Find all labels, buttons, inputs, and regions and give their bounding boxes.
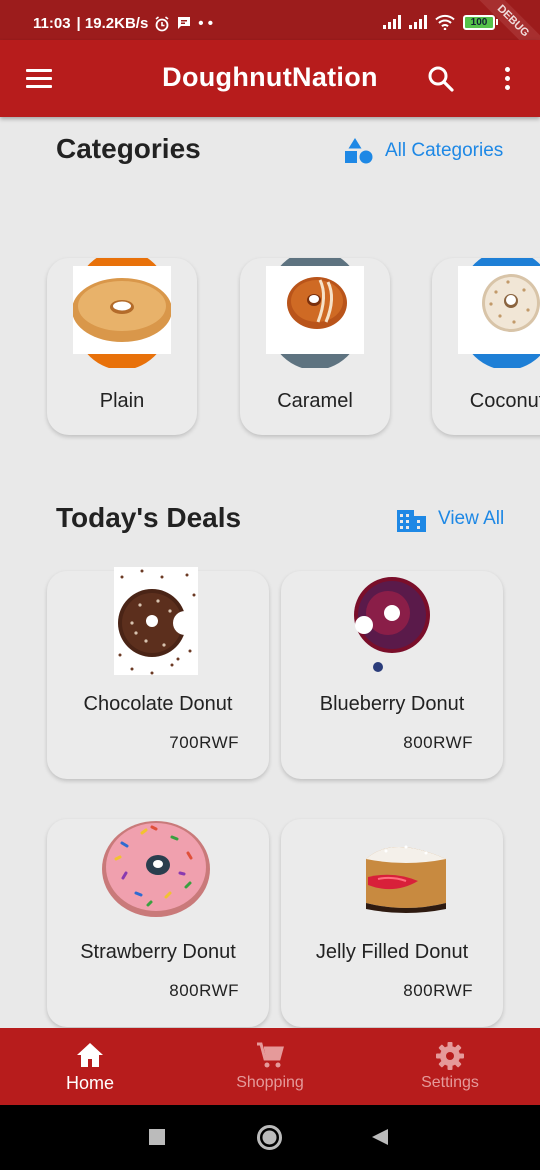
- plain-donut-image: [73, 278, 171, 342]
- battery-icon: 100: [463, 14, 498, 30]
- caramel-donut-image: [287, 277, 347, 329]
- category-label: Coconut: [469, 390, 540, 412]
- status-right: 100: [383, 14, 498, 30]
- deals-title: Today's Deals: [56, 502, 242, 533]
- deal-name: Blueberry Donut: [319, 693, 465, 715]
- category-image-frame: [73, 258, 171, 368]
- category-icon: [345, 138, 373, 164]
- status-bar: 11:03 | 19.2KB/s • • 100 DEBUG: [0, 0, 540, 67]
- battery-level: 100: [463, 14, 495, 30]
- deal-card-strawberry[interactable]: Strawberry Donut 800RWF: [47, 819, 269, 1027]
- alarm-icon: [155, 15, 169, 31]
- view-all-link[interactable]: View All: [397, 506, 504, 532]
- signal-icon-2: [409, 15, 427, 29]
- category-card-plain[interactable]: Plain: [47, 258, 197, 435]
- system-nav-bar: [0, 1105, 540, 1170]
- view-all-label: View All: [438, 508, 505, 529]
- shopping-cart-icon: [257, 1042, 284, 1068]
- category-label: Plain: [99, 390, 145, 412]
- chocolate-donut-image: [114, 567, 198, 675]
- all-categories-link[interactable]: All Categories: [345, 138, 503, 164]
- signal-icon: [383, 15, 401, 29]
- message-icon: [178, 17, 191, 29]
- categories-title: Categories: [56, 133, 201, 164]
- nav-settings[interactable]: Settings: [380, 1028, 520, 1105]
- nav-shopping[interactable]: Shopping: [200, 1028, 340, 1105]
- blueberry-donut-image: [354, 577, 430, 672]
- app-bar: DoughnutNation: [0, 40, 540, 117]
- home-circle-icon[interactable]: [256, 1124, 283, 1151]
- search-icon[interactable]: [427, 65, 455, 93]
- nav-shopping-label: Shopping: [236, 1074, 304, 1091]
- nav-settings-label: Settings: [421, 1074, 479, 1091]
- status-left: 11:03 | 19.2KB/s • •: [33, 15, 213, 32]
- status-speed: | 19.2KB/s: [76, 15, 149, 32]
- bottom-nav: Home Shopping Settings: [0, 1028, 540, 1105]
- deal-price: 800RWF: [403, 733, 473, 752]
- category-image-frame: [266, 258, 364, 368]
- deal-card-chocolate[interactable]: Chocolate Donut 700RWF: [47, 567, 269, 779]
- nav-home[interactable]: Home: [20, 1028, 160, 1105]
- app-title: DoughnutNation: [162, 62, 378, 92]
- deal-card-jelly[interactable]: Jelly Filled Donut 800RWF: [281, 819, 503, 1027]
- category-image-frame: [458, 258, 540, 368]
- nav-home-label: Home: [65, 1073, 114, 1093]
- status-extra: • •: [198, 15, 213, 32]
- building-icon: [397, 510, 426, 532]
- deal-card-blueberry[interactable]: Blueberry Donut 800RWF: [281, 571, 503, 779]
- jelly-donut-image: [366, 845, 446, 913]
- app-screen: 11:03 | 19.2KB/s • • 100 DEBUG DoughnutN…: [0, 0, 540, 1170]
- more-vert-icon[interactable]: [502, 67, 512, 93]
- category-card-caramel[interactable]: Caramel: [240, 258, 390, 435]
- recents-icon[interactable]: [149, 1129, 165, 1145]
- gear-icon: [436, 1042, 464, 1070]
- strawberry-donut-image: [102, 821, 210, 917]
- wifi-icon: [435, 14, 455, 30]
- deal-name: Strawberry Donut: [80, 941, 236, 963]
- coconut-donut-image: [482, 274, 540, 332]
- deal-price: 700RWF: [169, 733, 239, 752]
- back-icon[interactable]: [371, 1128, 389, 1146]
- category-card-coconut[interactable]: Coconut: [432, 258, 540, 435]
- deal-price: 800RWF: [169, 981, 239, 1000]
- category-label: Caramel: [277, 390, 353, 412]
- home-icon: [77, 1043, 103, 1067]
- deal-price: 800RWF: [403, 981, 473, 1000]
- deal-name: Jelly Filled Donut: [315, 941, 469, 963]
- deal-name: Chocolate Donut: [83, 693, 233, 715]
- status-time: 11:03: [33, 15, 71, 32]
- all-categories-label: All Categories: [385, 140, 504, 161]
